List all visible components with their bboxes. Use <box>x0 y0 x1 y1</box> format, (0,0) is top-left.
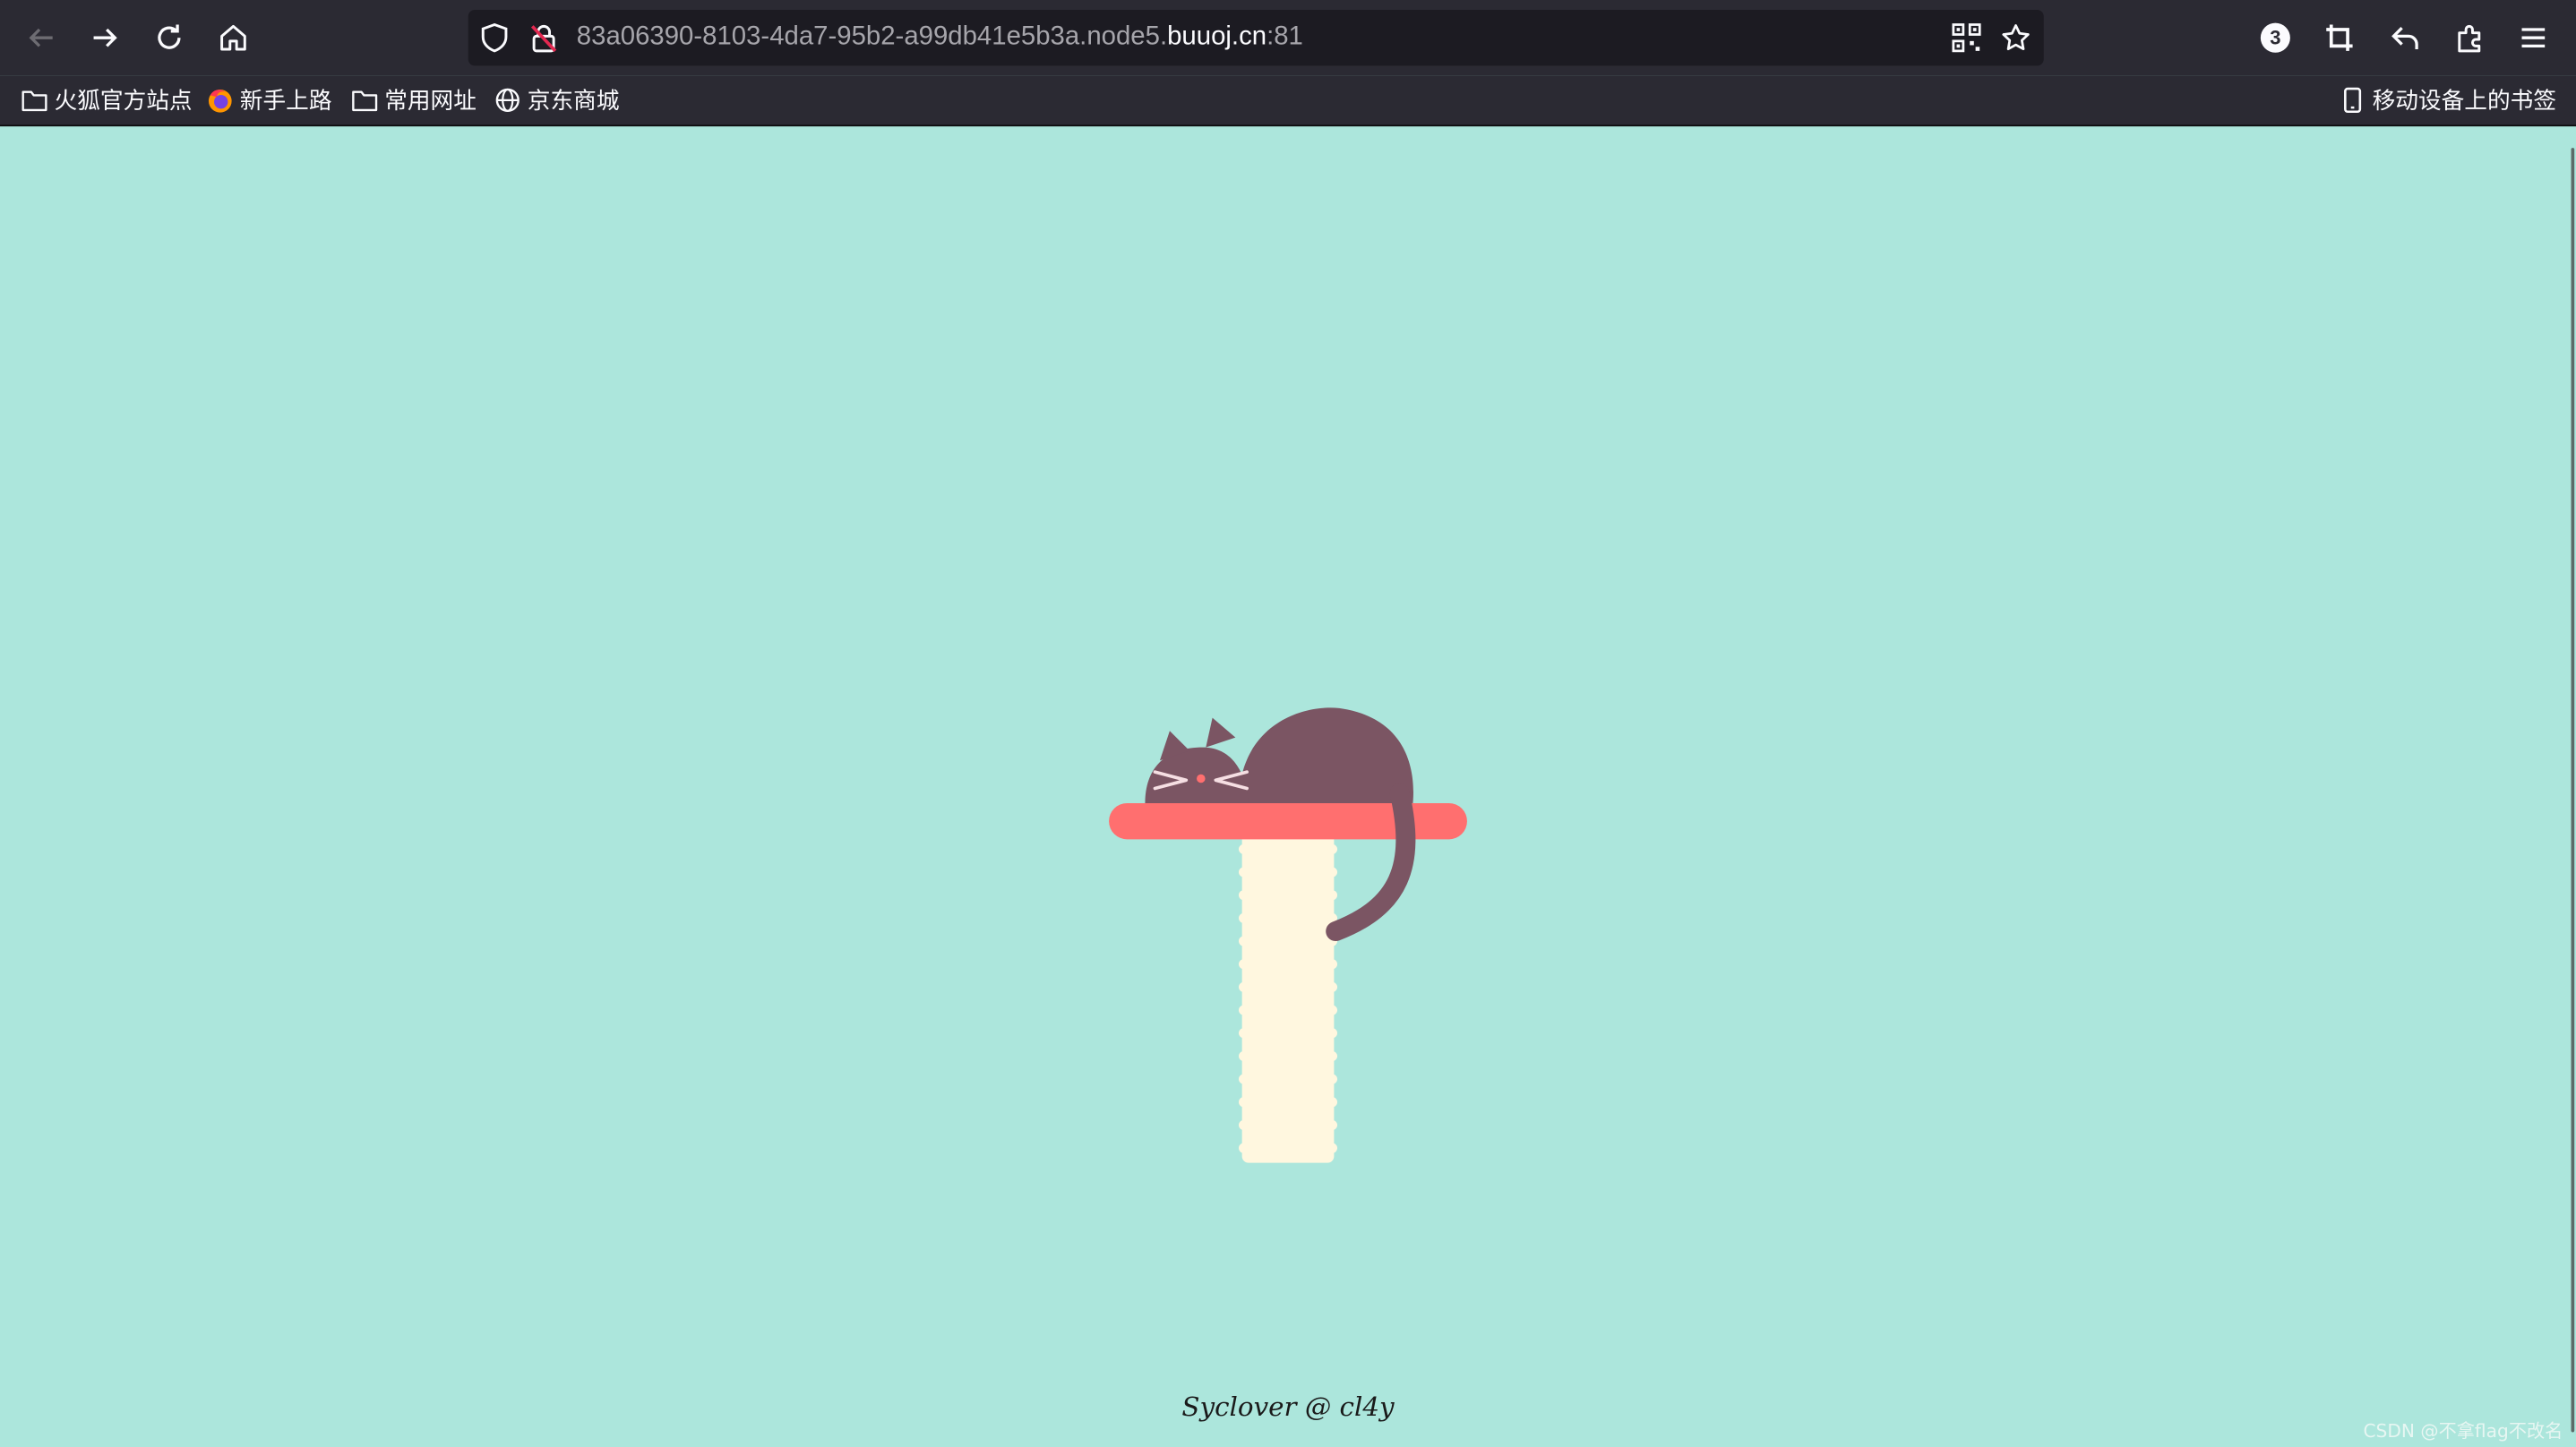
bookmark-label: 火狐官方站点 <box>54 89 193 116</box>
undo-arrow-icon <box>2391 27 2418 50</box>
bookmark-item[interactable]: 京东商城 <box>494 84 619 117</box>
sleeping-cat <box>1145 707 1413 803</box>
qr-code-icon[interactable] <box>1952 23 1981 53</box>
back-button[interactable] <box>15 12 68 64</box>
mobile-bookmarks[interactable]: 移动设备上的书签 <box>2340 84 2556 117</box>
folder-icon <box>352 90 378 112</box>
globe-icon <box>495 88 519 113</box>
mobile-device-icon <box>2344 87 2362 114</box>
extensions-badge-button[interactable]: 3 <box>2249 12 2302 64</box>
browser-toolbar: 83a06390-8103-4da7-95b2-a99db41e5b3a.nod… <box>0 0 2576 76</box>
scrollbar[interactable] <box>2570 148 2576 1433</box>
scratching-post <box>1238 824 1338 1163</box>
url-domain: buuoj.cn <box>1167 22 1267 51</box>
puzzle-icon <box>2458 24 2481 53</box>
firefox-icon <box>208 89 232 113</box>
reload-icon <box>158 24 181 49</box>
undo-button[interactable] <box>2379 12 2432 64</box>
home-button[interactable] <box>207 12 260 64</box>
bookmark-star-icon[interactable] <box>2001 23 2031 53</box>
crop-icon <box>2326 24 2353 51</box>
home-icon <box>220 24 246 51</box>
url-bar[interactable]: 83a06390-8103-4da7-95b2-a99db41e5b3a.nod… <box>468 10 2044 66</box>
bookmark-item[interactable]: 新手上路 <box>207 84 332 117</box>
badge-count: 3 <box>2260 22 2290 53</box>
watermark: CSDN @不拿flag不改名 <box>2363 1420 2563 1443</box>
hamburger-menu-icon <box>2521 28 2546 48</box>
arrow-right-icon <box>93 28 117 47</box>
bookmark-label: 常用网址 <box>384 89 477 116</box>
footer-credit: Syclover @ cl4y <box>1181 1391 1395 1423</box>
cat-illustration <box>1109 707 1467 1163</box>
page-content: Syclover @ cl4y CSDN @不拿flag不改名 <box>0 126 2576 1447</box>
bookmarks-toolbar: 火狐官方站点 新手上路 常用网址 京东商城 移动设备上的书签 <box>0 75 2576 127</box>
forward-button[interactable] <box>79 12 132 64</box>
folder-icon <box>21 90 47 112</box>
menu-button[interactable] <box>2507 12 2560 64</box>
reload-button[interactable] <box>143 12 196 64</box>
screenshot-button[interactable] <box>2314 12 2366 64</box>
shield-icon[interactable] <box>480 22 510 53</box>
url-text[interactable]: 83a06390-8103-4da7-95b2-a99db41e5b3a.nod… <box>577 23 1303 53</box>
bookmark-item[interactable]: 常用网址 <box>352 84 477 117</box>
arrow-left-icon <box>29 28 53 47</box>
url-port: :81 <box>1267 22 1303 51</box>
bookmark-item[interactable]: 火狐官方站点 <box>21 84 193 117</box>
scrollbar-thumb[interactable] <box>2571 148 2575 1433</box>
bookmark-label: 新手上路 <box>239 89 332 116</box>
insecure-lock-icon[interactable] <box>529 23 559 53</box>
extensions-button[interactable] <box>2443 12 2495 64</box>
url-path: 83a06390-8103-4da7-95b2-a99db41e5b3a.nod… <box>576 22 1168 51</box>
bookmark-label: 京东商城 <box>527 89 620 116</box>
mobile-bookmarks-label: 移动设备上的书签 <box>2372 89 2557 116</box>
